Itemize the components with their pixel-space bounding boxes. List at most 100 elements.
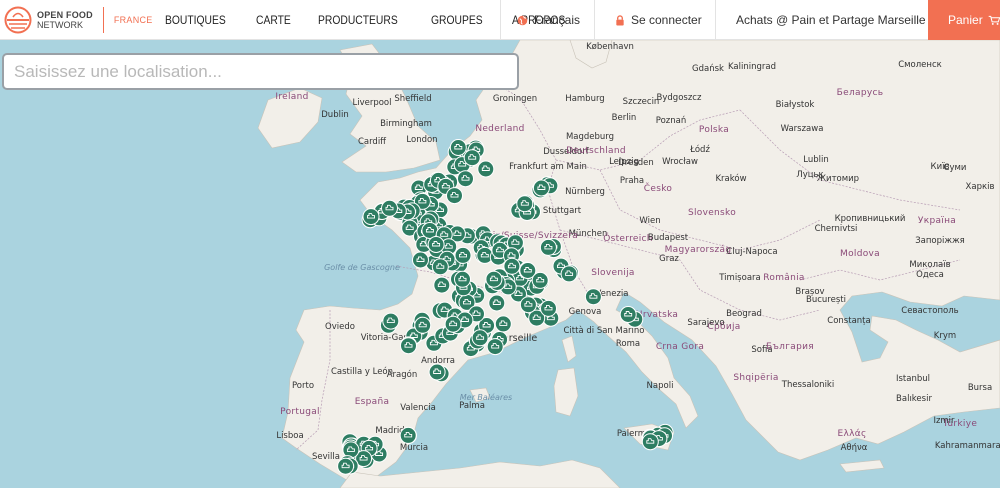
map-label: Poznań — [656, 116, 686, 126]
brand-logo[interactable]: OPEN FOOD NETWORK — [0, 0, 93, 40]
shops-map[interactable]: København Kaliningrad Gdańsk Смоленск Irelan… — [0, 40, 1000, 488]
shop-marker-icon[interactable] — [485, 270, 503, 288]
map-label: Valencia — [400, 403, 436, 413]
language-selector[interactable]: Français — [500, 0, 594, 40]
brand-line-2: NETWORK — [37, 19, 83, 30]
map-label: Frankfurt am Main — [509, 162, 587, 172]
shop-marker-icon[interactable] — [454, 246, 472, 264]
shop-marker-icon[interactable] — [463, 149, 481, 167]
map-label: Bursa — [968, 383, 992, 393]
country-label: FRANCE — [113, 14, 153, 25]
shop-marker-icon[interactable] — [400, 337, 417, 355]
shop-marker-icon[interactable] — [641, 433, 659, 451]
map-label: Szczecin — [623, 97, 660, 107]
shop-marker-icon[interactable] — [454, 270, 471, 288]
map-label: Beograd — [726, 309, 762, 319]
cart-button[interactable]: Panier — [928, 0, 1000, 40]
shop-marker-icon[interactable] — [486, 338, 504, 356]
shop-marker-icon[interactable] — [427, 236, 445, 253]
map-label: Αθήνα — [841, 443, 868, 453]
shop-marker-icon[interactable] — [433, 276, 451, 294]
shop-marker-icon[interactable] — [532, 179, 550, 197]
map-label: Sheffield — [394, 94, 431, 104]
map-label: Berlin — [612, 113, 637, 123]
shop-marker-icon[interactable] — [519, 296, 537, 314]
shop-marker-icon[interactable] — [477, 160, 495, 178]
nav-carte[interactable]: CARTE — [256, 13, 291, 27]
map-label: Харків — [966, 182, 995, 192]
map-label: København — [586, 42, 634, 52]
shop-marker-icon[interactable] — [412, 251, 429, 269]
map-label: Constanța — [827, 316, 870, 326]
nav-boutiques[interactable]: BOUTIQUES — [165, 13, 226, 27]
shop-marker-icon[interactable] — [446, 187, 463, 205]
shop-marker-icon[interactable] — [431, 258, 449, 276]
map-label: Hamburg — [565, 94, 604, 104]
map-label: Sarajevo — [687, 318, 724, 328]
map-label: Timișoara — [718, 273, 760, 283]
current-shop-label: Achats @ Pain et Partage Marseille — [736, 13, 926, 27]
map-label: Wrocław — [662, 157, 698, 167]
map-label: Aragón — [387, 369, 418, 380]
map-label: Nürnberg — [565, 187, 605, 197]
map-label: Deutschland — [566, 146, 626, 156]
map-label: Thessaloniki — [781, 380, 834, 390]
shop-marker-icon[interactable] — [381, 199, 398, 217]
shop-marker-icon[interactable] — [539, 238, 557, 256]
map-label: Napoli — [647, 381, 674, 391]
map-label: Lisboa — [276, 431, 303, 441]
map-label: Mer Baléares — [460, 392, 512, 402]
map-label: Magdeburg — [566, 132, 614, 142]
map-label: Україна — [918, 216, 956, 226]
map-label: Wien — [639, 216, 660, 226]
current-shop-link[interactable]: Achats @ Pain et Partage Marseille — [715, 0, 928, 40]
map-label: Chernivtsi — [815, 224, 858, 234]
shop-marker-icon[interactable] — [516, 195, 534, 213]
brand-divider — [102, 6, 104, 33]
map-label: Суми — [944, 163, 967, 173]
shop-marker-icon[interactable] — [540, 299, 557, 317]
shop-marker-icon[interactable] — [457, 170, 474, 188]
map-label: Österreich — [603, 233, 653, 244]
shop-marker-icon[interactable] — [399, 426, 417, 444]
shop-marker-icon[interactable] — [494, 315, 512, 333]
map-label: Città di San Marino — [563, 326, 644, 336]
shop-marker-icon[interactable] — [619, 306, 637, 323]
map-label: Moldova — [840, 249, 880, 259]
map-label: Praha — [620, 176, 644, 186]
map-label: Ελλάς — [837, 429, 866, 439]
brand-name: OPEN FOOD NETWORK — [37, 10, 93, 30]
map-label: Slovensko — [688, 208, 736, 218]
shop-marker-icon[interactable] — [449, 139, 467, 156]
map-label: Gdańsk — [692, 64, 724, 74]
shopping-cart-icon — [988, 15, 1000, 25]
map-label: Palma — [459, 401, 485, 411]
top-navigation-bar: OPEN FOOD NETWORK FRANCE BOUTIQUES CARTE… — [0, 0, 1000, 40]
brand-line-1: OPEN FOOD — [37, 9, 93, 20]
nav-groupes[interactable]: GROUPES — [431, 13, 483, 27]
map-label: București — [806, 295, 846, 305]
map-label: Cardiff — [358, 137, 387, 147]
shop-marker-icon[interactable] — [584, 288, 602, 306]
shop-marker-icon[interactable] — [337, 457, 355, 475]
shop-marker-icon[interactable] — [382, 312, 400, 330]
nav-producteurs[interactable]: PRODUCTEURS — [318, 13, 398, 27]
map-label: Budapest — [648, 233, 689, 243]
map-label: Groningen — [493, 94, 537, 104]
shop-marker-icon[interactable] — [488, 294, 506, 312]
shop-marker-icon[interactable] — [531, 271, 549, 289]
map-label: España — [355, 397, 390, 407]
shop-marker-icon[interactable] — [414, 316, 432, 334]
shop-marker-icon[interactable] — [444, 315, 462, 333]
login-link[interactable]: Se connecter — [594, 0, 715, 40]
map-label: Dresden — [618, 158, 654, 168]
map-label: Izmir — [933, 416, 955, 426]
shop-marker-icon[interactable] — [471, 329, 489, 347]
shop-marker-icon[interactable] — [362, 208, 380, 226]
shop-marker-icon[interactable] — [428, 363, 446, 381]
map-label: Житомир — [817, 174, 859, 184]
map-label: Istanbul — [896, 374, 930, 384]
map-label: Porto — [292, 381, 314, 391]
location-search-input[interactable] — [2, 53, 519, 90]
shop-marker-icon[interactable] — [560, 265, 578, 283]
